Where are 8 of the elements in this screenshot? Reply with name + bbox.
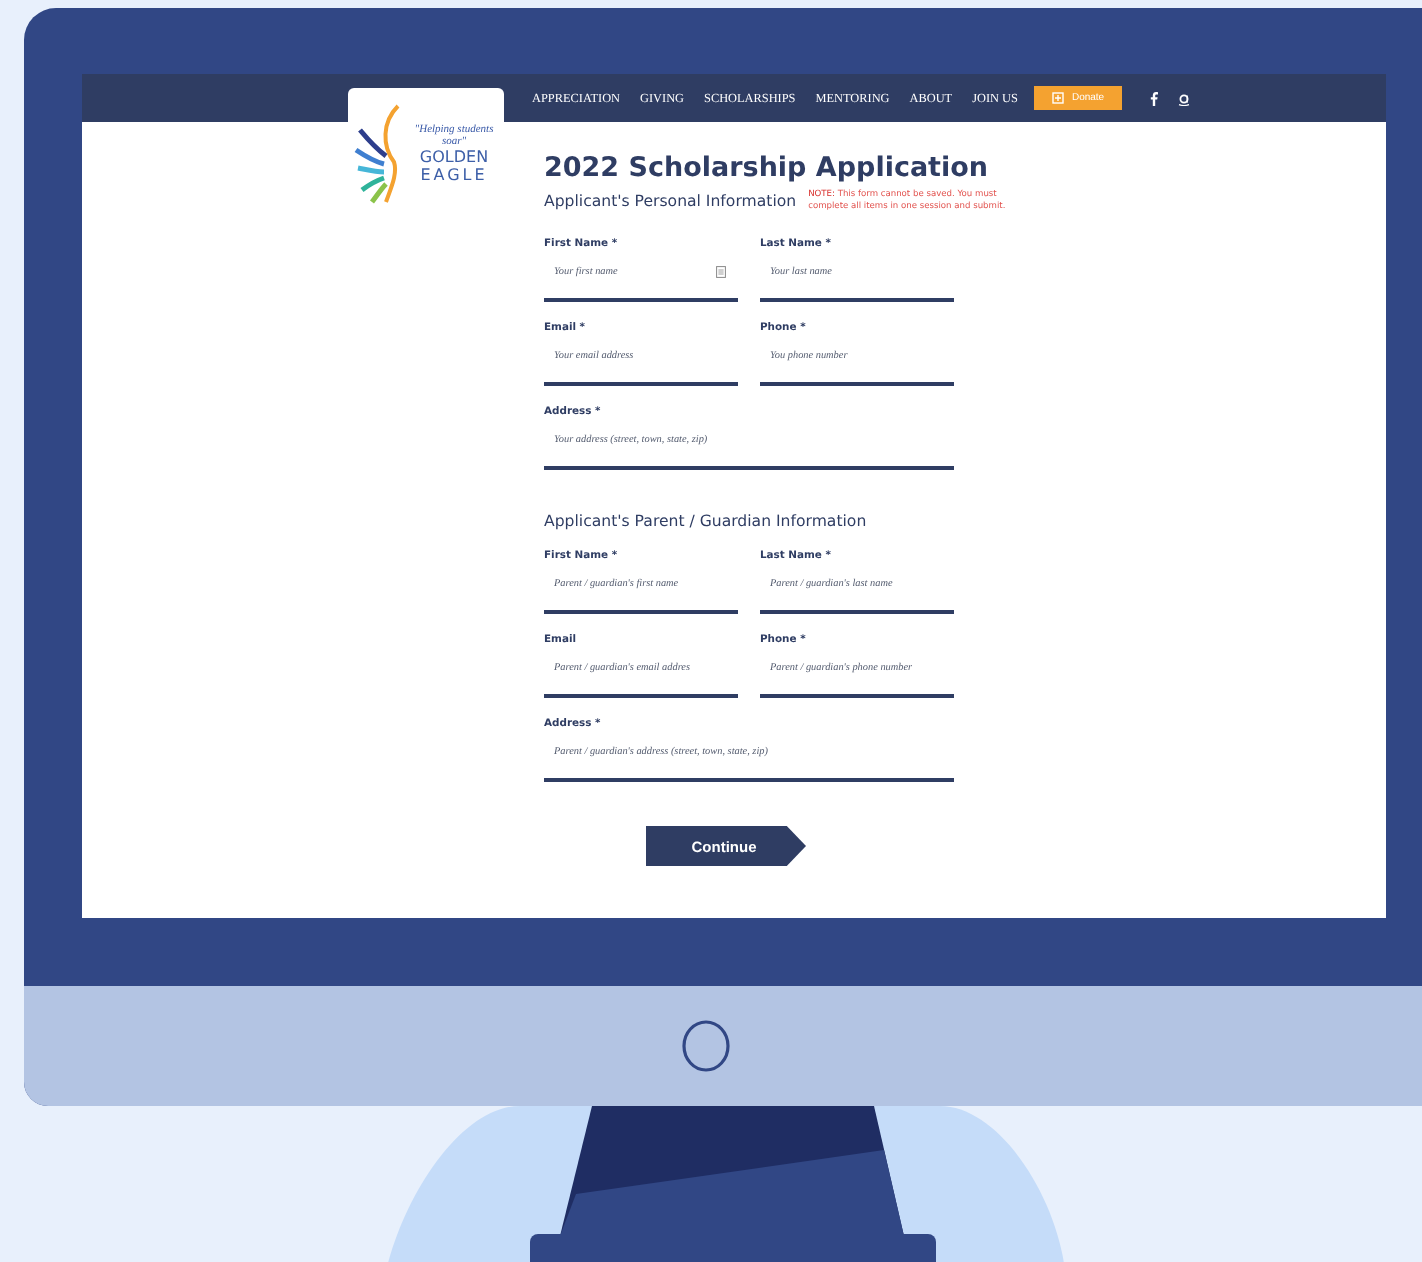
contact-card-icon: [716, 266, 726, 278]
logo-name: EAGLE: [420, 166, 488, 184]
facebook-icon[interactable]: [1150, 91, 1159, 105]
power-button-icon: [681, 1020, 729, 1072]
amazon-icon[interactable]: [1178, 91, 1191, 105]
logo-name: GOLDEN: [419, 148, 489, 166]
plus-icon: [1051, 92, 1064, 104]
form-title: 2022 Scholarship Application: [544, 150, 991, 186]
